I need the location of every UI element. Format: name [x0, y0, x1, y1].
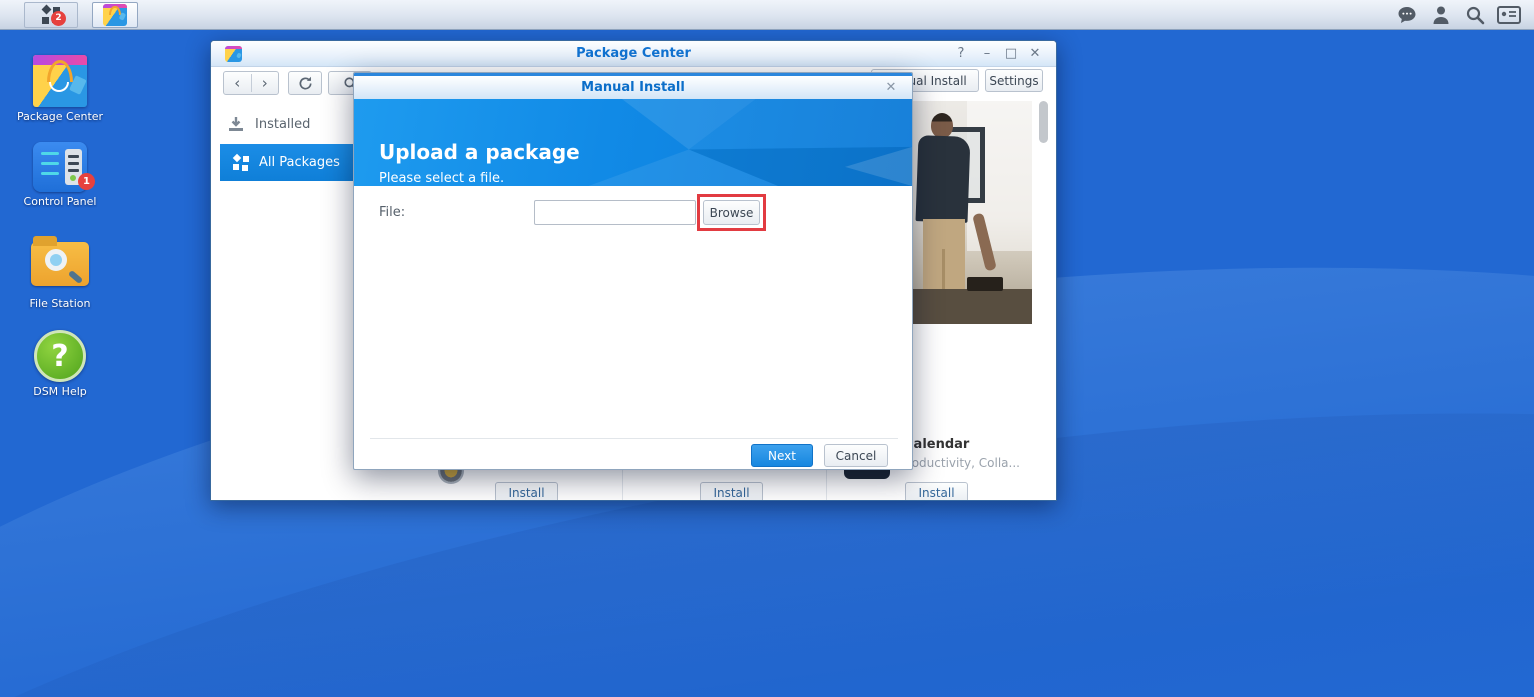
package-center-icon [33, 55, 87, 107]
settings-button[interactable]: Settings [985, 69, 1043, 92]
forward-button[interactable]: › [252, 74, 279, 92]
desktop-icon-label: Package Center [12, 111, 108, 123]
search-button[interactable] [1458, 0, 1492, 30]
taskbar-right-icons [1390, 0, 1526, 30]
desktop-icon-dsm-help[interactable]: ? DSM Help [12, 330, 108, 398]
sidebar-item-label: All Packages [259, 155, 340, 170]
widgets-icon [1497, 6, 1521, 24]
chat-bubble-icon [1397, 6, 1417, 24]
dialog-close-button[interactable]: ✕ [882, 79, 900, 97]
next-button[interactable]: Next [751, 444, 813, 467]
taskbar-package-center-button[interactable] [92, 2, 138, 28]
package-category: Productivity, Colla... [900, 456, 1020, 470]
control-panel-badge: 1 [78, 173, 95, 190]
user-menu-button[interactable] [1424, 0, 1458, 30]
window-help-button[interactable]: ? [950, 45, 972, 63]
nav-button-group: ‹ › [223, 71, 279, 95]
dialog-titlebar[interactable]: Manual Install ✕ [354, 76, 912, 99]
desktop-icon-label: DSM Help [12, 386, 108, 398]
file-station-icon [31, 242, 89, 286]
installed-download-icon [227, 116, 245, 133]
install-button[interactable]: Install [700, 482, 763, 501]
window-close-button[interactable]: ✕ [1024, 45, 1046, 63]
sidebar-item-installed[interactable]: Installed [221, 111, 367, 137]
banner-heading: Upload a package [379, 140, 580, 164]
banner-subheading: Please select a file. [379, 171, 504, 186]
dialog-banner: Upload a package Please select a file. [354, 99, 912, 186]
window-title: Package Center [211, 46, 1056, 61]
desktop-icon-label: Control Panel [12, 196, 108, 208]
file-path-input[interactable] [534, 200, 696, 225]
refresh-icon [298, 76, 313, 91]
cancel-button[interactable]: Cancel [824, 444, 888, 467]
package-name: Calendar [904, 437, 969, 452]
package-center-bag-icon [103, 4, 127, 26]
featured-package-photo [909, 101, 1032, 324]
dialog-divider [370, 438, 898, 439]
install-button[interactable]: Install [905, 482, 968, 501]
sidebar-item-label: Installed [255, 117, 310, 132]
main-menu-button[interactable]: 2 [24, 2, 78, 28]
dsm-help-icon: ? [34, 330, 86, 382]
desktop-icon-file-station[interactable]: File Station [12, 234, 108, 310]
back-button[interactable]: ‹ [224, 74, 252, 92]
desktop-icon-control-panel[interactable]: 1 Control Panel [12, 142, 108, 208]
notifications-button[interactable] [1390, 0, 1424, 30]
file-field-label: File: [379, 205, 405, 220]
browse-button[interactable]: Browse [703, 200, 760, 225]
desktop-icon-package-center[interactable]: Package Center [12, 55, 108, 123]
window-titlebar[interactable]: Package Center ? – □ ✕ [211, 41, 1056, 67]
sidebar-item-all-packages[interactable]: All Packages [220, 144, 368, 181]
taskbar: 2 [0, 0, 1534, 30]
scrollbar-thumb[interactable] [1039, 101, 1048, 143]
question-mark: ? [51, 339, 68, 374]
dialog-title: Manual Install [354, 80, 912, 95]
desktop-icon-label: File Station [12, 298, 108, 310]
refresh-button[interactable] [288, 71, 322, 95]
widgets-button[interactable] [1492, 0, 1526, 30]
window-minimize-button[interactable]: – [976, 45, 998, 63]
all-packages-grid-icon [233, 155, 249, 171]
install-button[interactable]: Install [495, 482, 558, 501]
manual-install-dialog: Manual Install ✕ Upload a package Please… [353, 72, 913, 470]
search-icon [1465, 5, 1485, 25]
user-icon [1432, 5, 1450, 25]
window-maximize-button[interactable]: □ [1000, 45, 1022, 63]
main-menu-icon: 2 [42, 6, 60, 24]
main-menu-badge: 2 [51, 11, 66, 26]
